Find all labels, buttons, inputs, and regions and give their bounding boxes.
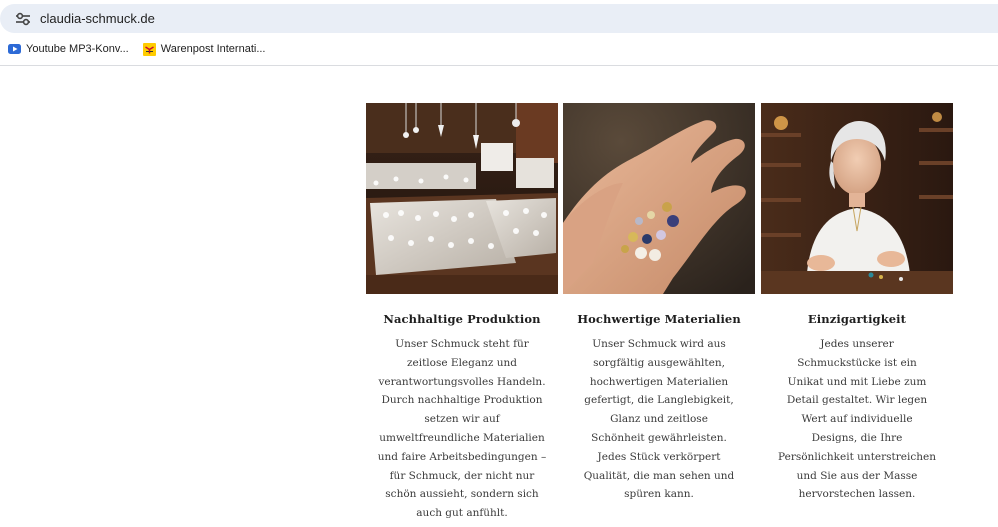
jeweler-at-work-photo: [761, 103, 953, 294]
jewelry-display-photo: [366, 103, 558, 294]
feature-title: Einzigartigkeit: [807, 312, 907, 326]
bookmark-warenpost[interactable]: Warenpost Internati...: [142, 42, 266, 56]
feature-text: Unser Schmuck wird aus sorgfältig ausgew…: [583, 338, 735, 501]
feature-title: Nachhaltige Produktion: [383, 312, 541, 326]
youtube-icon: [8, 43, 21, 56]
feature-text: Unser Schmuck steht für zeitlose Eleganz…: [377, 338, 547, 520]
bookmark-label: Youtube MP3-Konv...: [26, 43, 129, 55]
feature-card-uniqueness: Einzigartigkeit Jedes unserer Schmuckstü…: [761, 103, 953, 504]
bookmark-youtube[interactable]: Youtube MP3-Konv...: [8, 43, 129, 56]
feature-card-sustainable: Nachhaltige Produktion Unser Schmuck ste…: [366, 103, 558, 523]
hand-with-gems-photo: [563, 103, 755, 294]
bookmark-label: Warenpost Internati...: [160, 43, 266, 55]
url-text[interactable]: claudia-schmuck.de: [40, 11, 155, 26]
dhl-icon: [142, 42, 156, 56]
bookmarks-bar: Youtube MP3-Konv... Warenpost Internati.…: [0, 36, 998, 62]
feature-text: Jedes unserer Schmuckstücke ist ein Unik…: [778, 338, 936, 501]
toolbar-divider: [0, 65, 998, 66]
address-bar[interactable]: claudia-schmuck.de: [0, 4, 998, 33]
site-settings-icon[interactable]: [14, 10, 32, 28]
feature-card-materials: Hochwertige Materialien Unser Schmuck wi…: [563, 103, 755, 504]
feature-title: Hochwertige Materialien: [577, 312, 741, 326]
